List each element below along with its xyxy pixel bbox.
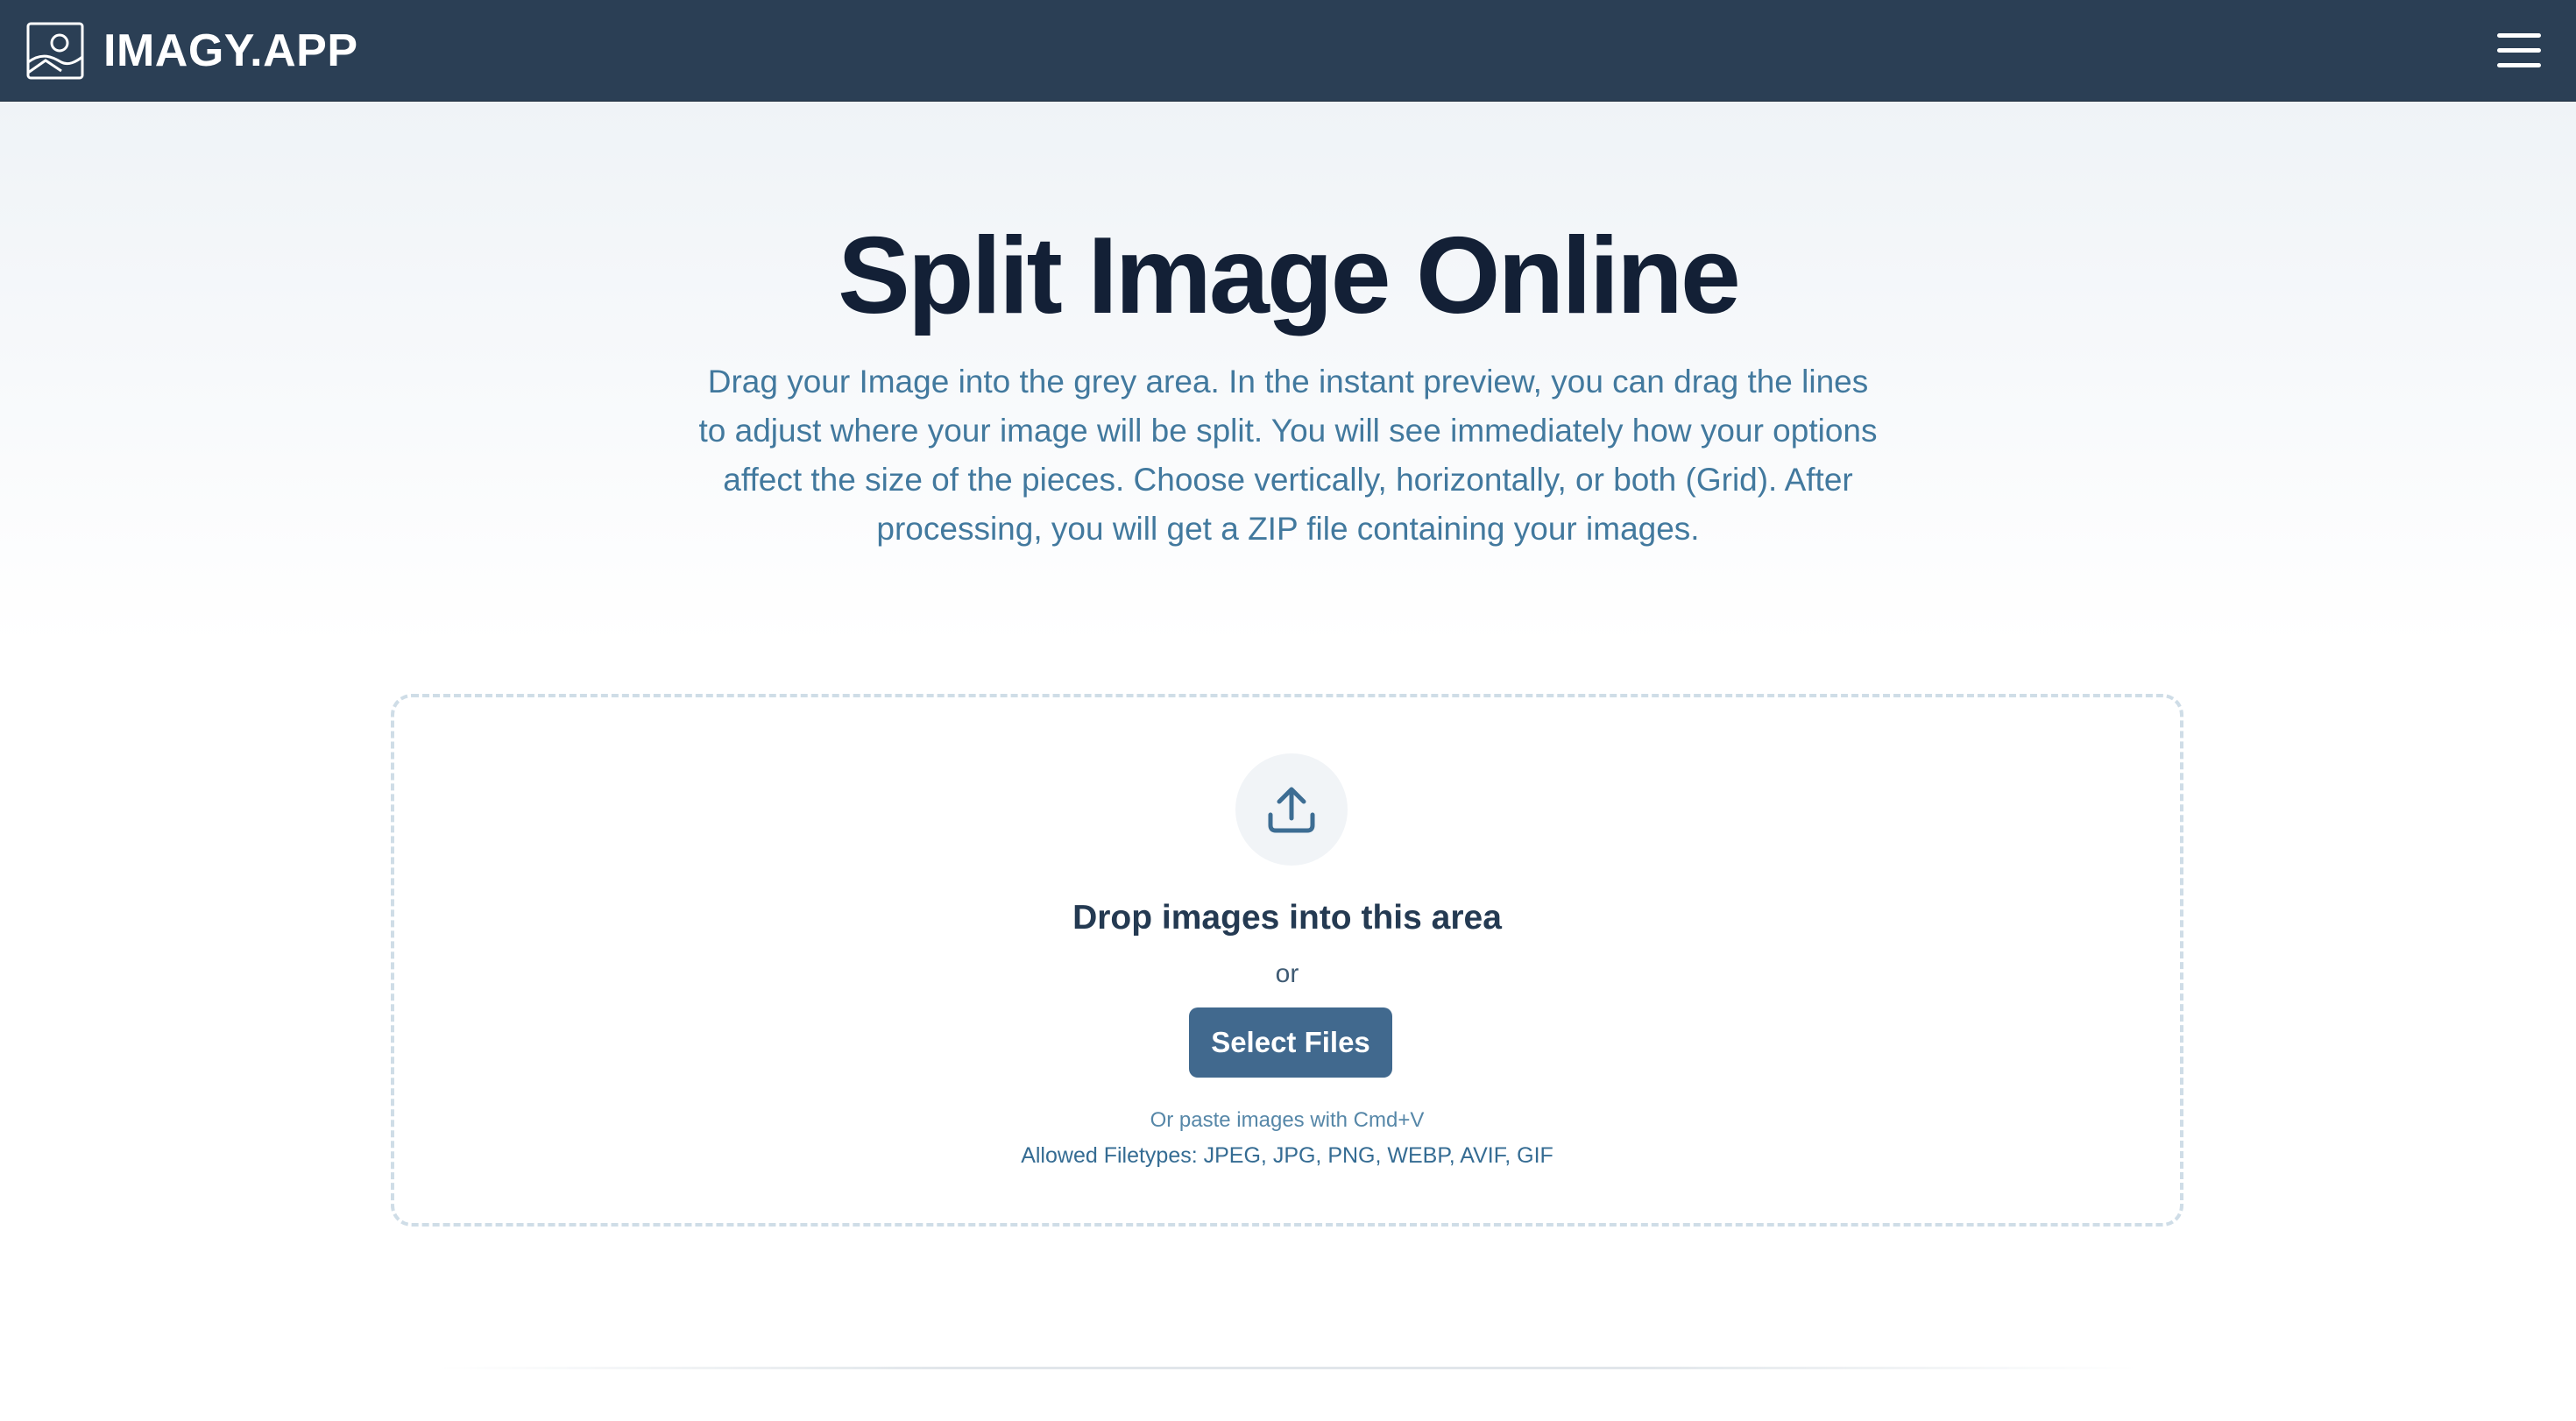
page-description: Drag your Image into the grey area. In t…: [698, 364, 1878, 547]
image-dropzone[interactable]: Drop images into this area or Select Fil…: [391, 694, 2183, 1227]
section-divider: [438, 1367, 2138, 1369]
top-navigation-bar: IMAGY.APP: [0, 0, 2576, 102]
select-files-button[interactable]: Select Files: [1189, 1007, 1392, 1078]
upload-icon-circle: [1235, 753, 1348, 866]
dropzone-title: Drop images into this area: [1072, 899, 1502, 937]
site-logo-link[interactable]: IMAGY.APP: [26, 21, 358, 81]
image-portrait-icon: [26, 22, 84, 80]
paste-hint: Or paste images with Cmd+V: [1150, 1108, 1425, 1132]
dropzone-or-text: or: [1275, 959, 1299, 988]
site-name: IMAGY.APP: [103, 25, 358, 76]
hamburger-menu-icon[interactable]: [2494, 26, 2544, 75]
page-title: Split Image Online: [838, 216, 1741, 336]
upload-icon: [1268, 787, 1315, 833]
allowed-filetypes: Allowed Filetypes: JPEG, JPG, PNG, WEBP,…: [1021, 1143, 1553, 1168]
